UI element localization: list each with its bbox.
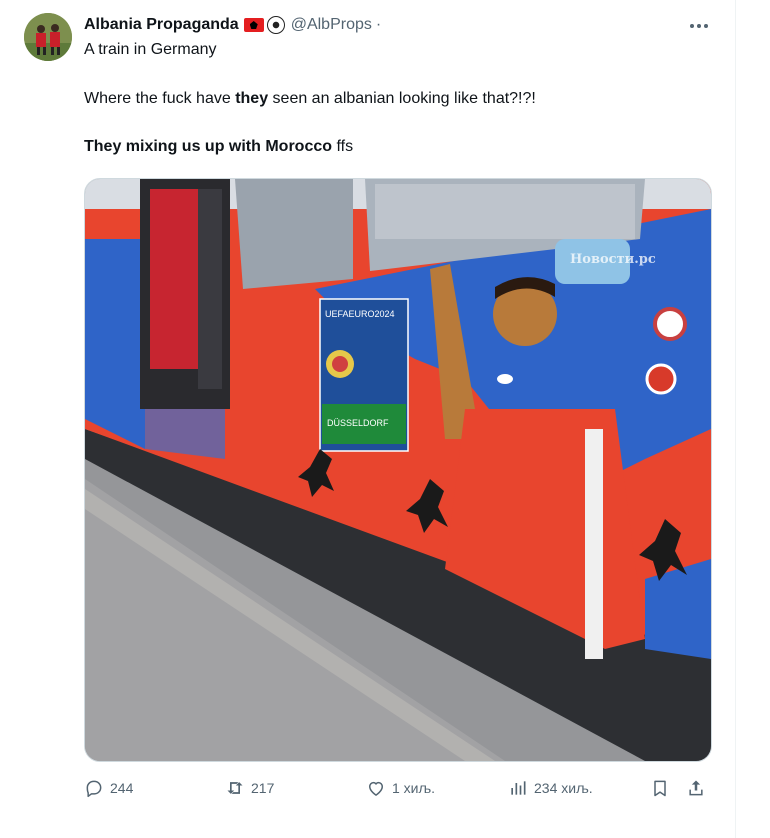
like-icon bbox=[369, 781, 383, 796]
poster-city: DÜSSELDORF bbox=[327, 418, 389, 428]
repost-icon bbox=[227, 782, 243, 794]
poster-title: UEFAEURO2024 bbox=[325, 309, 395, 319]
views-count: 234 хиљ. bbox=[534, 780, 593, 796]
avatar[interactable] bbox=[24, 13, 72, 61]
separator-dot: · bbox=[375, 16, 382, 33]
soccer-ball-icon bbox=[266, 16, 285, 34]
user-handle[interactable]: @AlbProps bbox=[291, 16, 372, 34]
more-icon[interactable] bbox=[688, 16, 710, 36]
text-segment: ffs bbox=[332, 138, 354, 155]
share-icon bbox=[689, 780, 703, 796]
train-illustration: UEFAEURO2024 DÜSSELDORF Новости.рс bbox=[85, 179, 711, 761]
tweet-card[interactable]: Albania Propaganda @AlbProps · A train i… bbox=[0, 0, 736, 838]
bookmark-button[interactable] bbox=[650, 776, 670, 800]
albania-flag-icon bbox=[243, 18, 264, 32]
tweet-text-line-2: They mixing us up with Morocco ffs bbox=[84, 138, 353, 156]
tweet-header: Albania Propaganda @AlbProps · bbox=[84, 14, 381, 36]
share-button[interactable] bbox=[686, 776, 706, 800]
display-name[interactable]: Albania Propaganda bbox=[84, 16, 239, 34]
text-bold-segment: they bbox=[235, 90, 269, 107]
bookmark-icon bbox=[654, 780, 666, 797]
like-button[interactable]: 1 хиљ. bbox=[366, 776, 435, 800]
like-count: 1 хиљ. bbox=[392, 780, 436, 796]
tweet-text-line-1: Where the fuck have they seen an albania… bbox=[84, 90, 536, 108]
views-button[interactable]: 234 хиљ. bbox=[508, 776, 593, 800]
repost-count: 217 bbox=[251, 780, 275, 796]
text-segment: seen an albanian looking like that?!?! bbox=[268, 90, 536, 107]
text-bold-segment: They mixing us up with Morocco bbox=[84, 138, 333, 155]
tweet-actions: 244 217 1 хиљ. 234 хиљ. bbox=[84, 776, 710, 800]
news-watermark: Новости.рс bbox=[570, 252, 656, 267]
repost-button[interactable]: 217 bbox=[225, 776, 274, 800]
reply-count: 244 bbox=[110, 780, 134, 796]
location-line: A train in Germany bbox=[84, 41, 217, 58]
text-segment: Where the fuck have bbox=[84, 90, 236, 107]
reply-icon bbox=[86, 780, 102, 798]
reply-button[interactable]: 244 bbox=[84, 776, 133, 800]
tweet-media-video[interactable]: UEFAEURO2024 DÜSSELDORF Новости.рс bbox=[84, 178, 712, 762]
views-icon bbox=[511, 781, 526, 795]
